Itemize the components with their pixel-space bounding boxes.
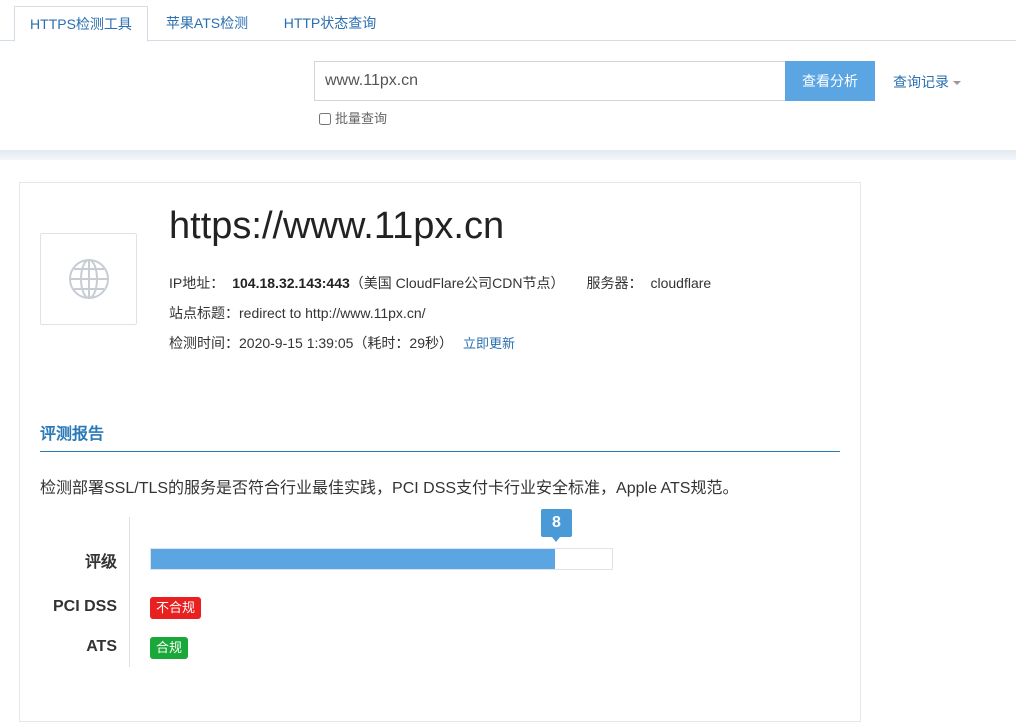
check-time-text: 检测时间：2020-9-15 1:39:05（耗时：29秒） [169,335,453,351]
query-history-dropdown[interactable]: 查询记录 [893,72,961,92]
tab-http-status[interactable]: HTTP状态查询 [274,6,386,41]
tab-https-check[interactable]: HTTPS检测工具 [14,6,148,42]
label-divider [129,517,130,667]
globe-icon [40,233,137,325]
search-input[interactable] [314,61,786,101]
report-description: 检测部署SSL/TLS的服务是否符合行业最佳实践，PCI DSS支付卡行业安全标… [40,480,739,497]
grade-progress-fill [151,549,556,569]
divider-band [0,150,1016,160]
grade-progress-bar [150,548,613,570]
batch-query-option[interactable]: 批量查询 [319,108,387,127]
batch-query-label: 批量查询 [335,111,388,126]
pci-dss-status-badge: 不合规 [150,597,202,619]
tab-ats-check[interactable]: 苹果ATS检测 [156,6,258,41]
site-url-heading: https://www.11px.cn [169,205,505,247]
ip-info-line: IP地址： 104.18.32.143:443（美国 CloudFlare公司CD… [169,273,711,293]
site-title-line: 站点标题：redirect to http://www.11px.cn/ [169,305,426,321]
ip-location: （美国 CloudFlare公司CDN节点） [349,275,565,291]
batch-query-checkbox[interactable] [319,113,331,125]
grade-score-bubble: 8 [541,509,572,542]
report-divider [40,451,840,452]
ats-status-badge: 合规 [150,637,189,659]
report-title: 评测报告 [40,426,105,443]
ats-label: ATS [86,638,117,655]
ip-value: 104.18.32.143:443 [232,275,350,291]
refresh-link[interactable]: 立即更新 [463,336,515,351]
ip-label: IP地址： [169,275,225,291]
result-card [19,182,861,722]
pci-dss-label: PCI DSS [52,598,117,615]
tab-bar: HTTPS检测工具 苹果ATS检测 HTTP状态查询 [0,0,1016,42]
query-history-label: 查询记录 [893,74,949,90]
check-time-line: 检测时间：2020-9-15 1:39:05（耗时：29秒） 立即更新 [169,333,515,353]
analyze-button[interactable]: 查看分析 [785,61,875,101]
server-label: 服务器： [586,275,643,291]
caret-down-icon [953,81,961,86]
grade-label: 评级 [84,554,117,571]
server-value: cloudflare [650,275,712,291]
